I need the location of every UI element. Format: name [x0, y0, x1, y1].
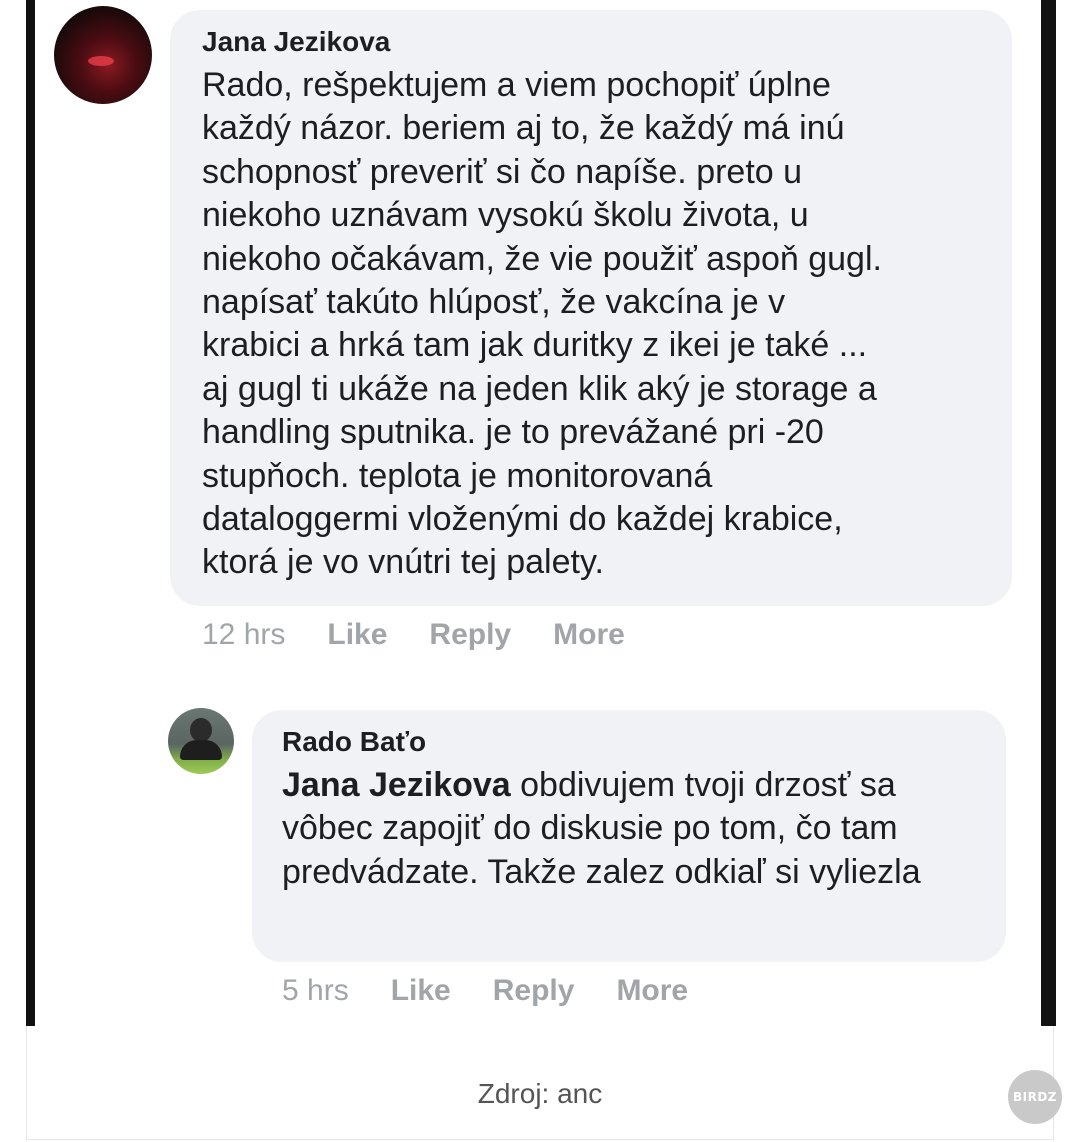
- reply-reply-button[interactable]: Reply: [493, 974, 575, 1008]
- reply-time[interactable]: 5 hrs: [282, 974, 349, 1008]
- avatar-jana[interactable]: [54, 6, 152, 104]
- caption-area: Zdroj: anc: [26, 1026, 1054, 1140]
- comment-time[interactable]: 12 hrs: [202, 618, 285, 652]
- reply-more-button[interactable]: More: [616, 974, 688, 1008]
- more-button[interactable]: More: [553, 618, 625, 652]
- reply-bubble: Rado Baťo Jana Jezikova obdivujem tvoji …: [252, 710, 1006, 962]
- reply-like-button[interactable]: Like: [391, 974, 451, 1008]
- comment-actions: 12 hrs Like Reply More: [202, 618, 667, 652]
- like-button[interactable]: Like: [327, 618, 387, 652]
- reply-author[interactable]: Rado Baťo: [282, 724, 976, 760]
- reply-mention[interactable]: Jana Jezikova: [282, 766, 511, 804]
- reply-button[interactable]: Reply: [429, 618, 511, 652]
- reply-text: Jana Jezikova obdivujem tvoji drzosť sa …: [282, 764, 976, 894]
- comment-bubble: Jana Jezikova Rado, rešpektujem a viem p…: [170, 10, 1012, 606]
- reply-actions: 5 hrs Like Reply More: [282, 974, 730, 1008]
- comment-text: Rado, rešpektujem a viem pochopiť úplne …: [202, 66, 882, 582]
- comment-author[interactable]: Jana Jezikova: [202, 24, 982, 60]
- watermark-logo: BIRDZ: [1008, 1070, 1062, 1124]
- avatar-rado[interactable]: [168, 708, 234, 774]
- image-caption: Zdroj: anc: [477, 1078, 603, 1109]
